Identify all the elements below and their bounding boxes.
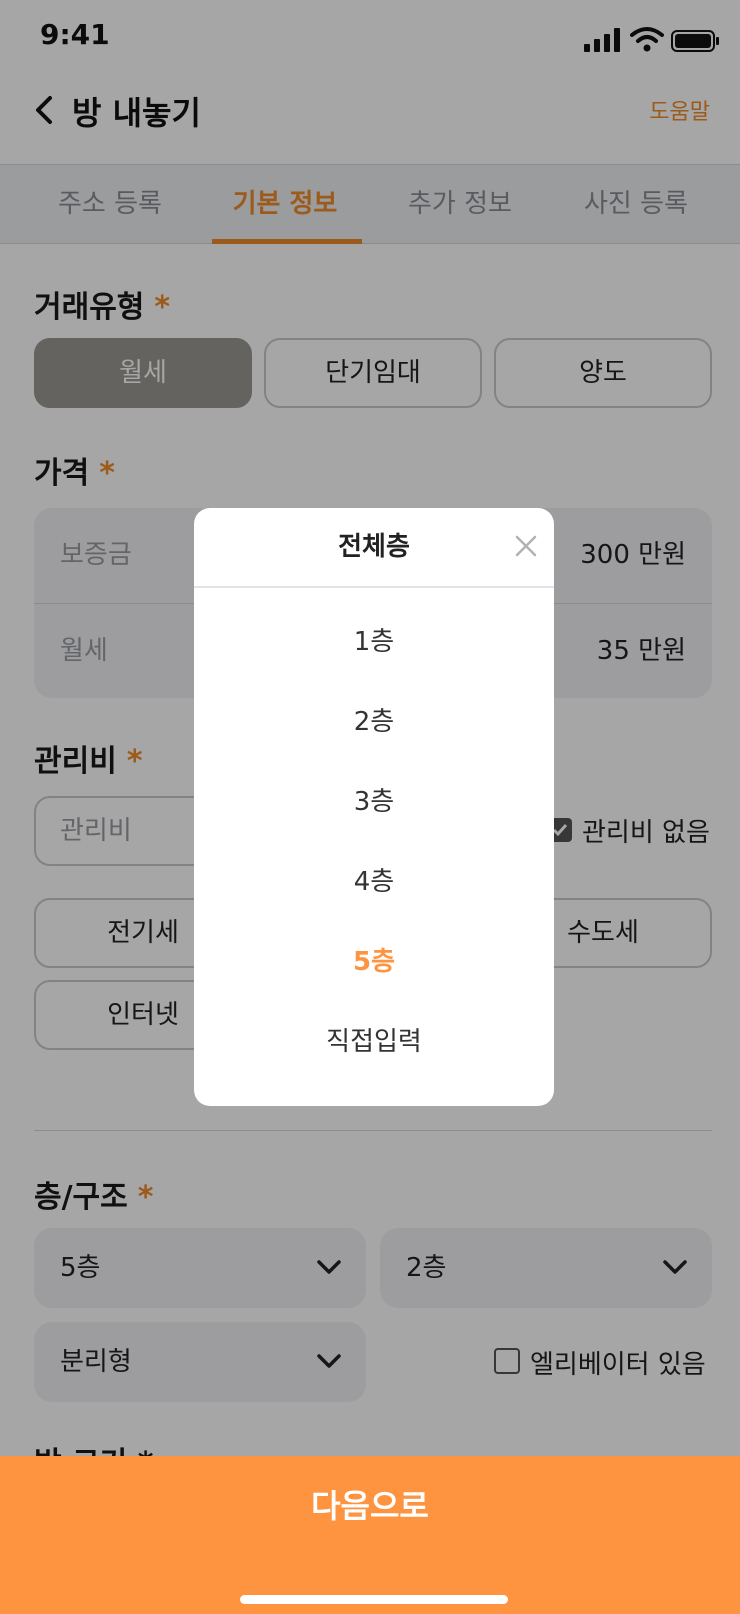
modal-option[interactable]: 4층 xyxy=(194,842,554,922)
modal-option[interactable]: 2층 xyxy=(194,682,554,762)
modal-header: 전체층 xyxy=(194,508,554,588)
total-floor-modal: 전체층 1층 2층 3층 4층 5층 직접입력 xyxy=(194,508,554,1106)
modal-option[interactable]: 1층 xyxy=(194,602,554,682)
next-button[interactable]: 다음으로 xyxy=(0,1456,740,1556)
modal-title: 전체층 xyxy=(338,532,410,562)
modal-option-selected[interactable]: 5층 xyxy=(194,922,554,1002)
modal-option-custom-input[interactable]: 직접입력 xyxy=(194,1002,554,1082)
modal-option[interactable]: 3층 xyxy=(194,762,554,842)
close-icon[interactable] xyxy=(514,534,538,558)
home-indicator xyxy=(240,1595,508,1604)
